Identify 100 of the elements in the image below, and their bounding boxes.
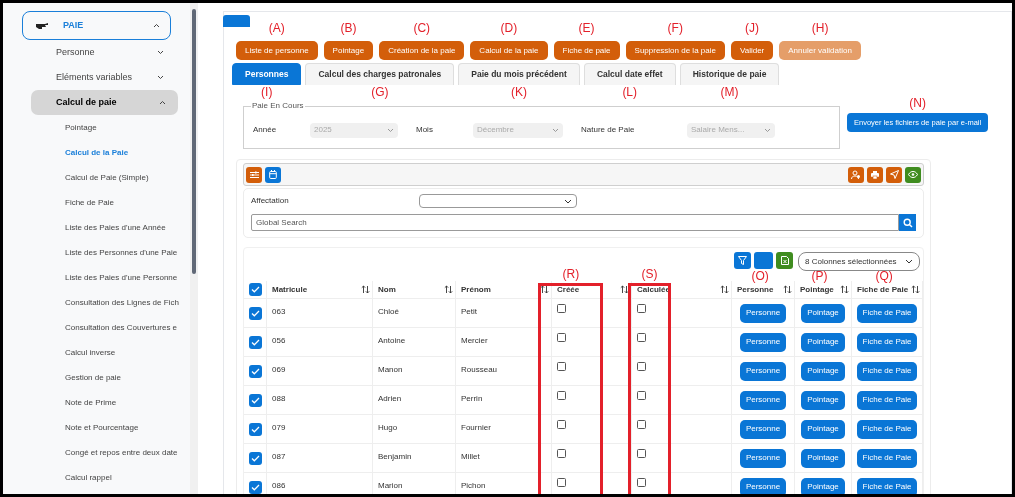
- checkbox[interactable]: [248, 283, 262, 296]
- view-button[interactable]: [905, 166, 921, 183]
- row-button[interactable]: Personne: [739, 448, 787, 468]
- send-button[interactable]: [886, 166, 902, 183]
- sort-icon[interactable]: [783, 285, 792, 294]
- checkbox[interactable]: [637, 332, 646, 342]
- search-field[interactable]: Global Search: [251, 214, 899, 231]
- tab[interactable]: Paie du mois précédent: [458, 63, 580, 85]
- row-button[interactable]: Fiche de Paie: [856, 419, 918, 439]
- row-button[interactable]: Pointage: [801, 361, 845, 381]
- sort-icon[interactable]: [444, 285, 453, 294]
- annotation-label: (E): [578, 21, 595, 35]
- sidebar-subitem[interactable]: Note et Pourcentage: [3, 415, 190, 440]
- action-button[interactable]: Création de la paie: [379, 41, 465, 60]
- sidebar-subitem[interactable]: Consultation des Couvertures e: [3, 315, 190, 340]
- sidebar-item[interactable]: Eléments variables: [3, 65, 176, 90]
- action-button[interactable]: Pointage: [323, 41, 374, 60]
- checkbox[interactable]: [557, 332, 566, 342]
- checkbox[interactable]: [637, 448, 646, 458]
- sidebar-module-item[interactable]: PAIE: [22, 11, 171, 40]
- tab[interactable]: Calcul des charges patronales: [305, 63, 455, 85]
- sort-icon[interactable]: [361, 285, 370, 294]
- hand-icon: [35, 21, 50, 30]
- row-button[interactable]: Fiche de Paie: [856, 390, 918, 410]
- sidebar-subitem[interactable]: Pointage: [3, 115, 190, 140]
- sidebar-item[interactable]: Personne: [3, 40, 176, 65]
- columns-dropdown[interactable]: 8 Colonnes sélectionnées: [798, 252, 920, 271]
- checkbox[interactable]: [248, 364, 262, 378]
- sidebar-subitem[interactable]: Calcul inverse: [3, 340, 190, 365]
- checkbox[interactable]: [637, 477, 646, 487]
- row-button[interactable]: Pointage: [801, 448, 845, 468]
- sidebar-subitem[interactable]: Liste des Paies d'une Personne: [3, 265, 190, 290]
- checkbox[interactable]: [637, 361, 646, 371]
- calendar-button[interactable]: [265, 166, 281, 183]
- sidebar-subitem[interactable]: Liste des Paies d'une Année: [3, 215, 190, 240]
- row-button[interactable]: Personne: [739, 303, 787, 323]
- row-button[interactable]: Personne: [739, 390, 787, 410]
- tab[interactable]: Personnes: [232, 63, 302, 85]
- sidebar-subitem[interactable]: Fiche de Paie: [3, 190, 190, 215]
- sort-icon[interactable]: [720, 285, 729, 294]
- row-button[interactable]: Fiche de Paie: [856, 303, 918, 323]
- row-button[interactable]: Pointage: [801, 303, 845, 323]
- checkbox[interactable]: [248, 335, 262, 349]
- action-button[interactable]: Calcul de la paie: [470, 41, 548, 60]
- row-button[interactable]: Fiche de Paie: [856, 332, 918, 352]
- checkbox[interactable]: [248, 451, 262, 465]
- column-header: Créée: [557, 283, 580, 296]
- sidebar-subitem[interactable]: Consultation des Lignes de Fich: [3, 290, 190, 315]
- checkbox[interactable]: [557, 477, 566, 487]
- checkbox[interactable]: [557, 419, 566, 429]
- action-button[interactable]: Suppression de la paie: [625, 41, 725, 60]
- excel-button[interactable]: [776, 252, 793, 269]
- table-cell: Perrin: [461, 393, 483, 405]
- sidebar-subitem[interactable]: Congé et repos entre deux date: [3, 440, 190, 465]
- sidebar-subitem[interactable]: Gestion de paie: [3, 365, 190, 390]
- affectation-dropdown[interactable]: [419, 194, 577, 208]
- checkbox[interactable]: [557, 390, 566, 400]
- row-button[interactable]: Pointage: [801, 477, 845, 494]
- row-button[interactable]: Fiche de Paie: [856, 448, 918, 468]
- sidebar-subitem[interactable]: Note de Prime: [3, 390, 190, 415]
- sidebar-subitem[interactable]: Calcul de la Paie: [3, 140, 190, 165]
- action-button[interactable]: Fiche de paie: [553, 41, 620, 60]
- checkbox[interactable]: [248, 306, 262, 320]
- row-button[interactable]: Pointage: [801, 419, 845, 439]
- annotation-label: (P): [811, 269, 828, 283]
- action-button[interactable]: Valider: [730, 41, 774, 60]
- row-button[interactable]: Fiche de Paie: [856, 477, 918, 494]
- sidebar-subitem[interactable]: Calcul de Paie (Simple): [3, 165, 190, 190]
- tab[interactable]: Historique de paie: [679, 63, 780, 85]
- sort-icon[interactable]: [620, 285, 629, 294]
- checkbox[interactable]: [557, 448, 566, 458]
- tab[interactable]: Calcul date effet: [583, 63, 676, 85]
- row-button[interactable]: Personne: [739, 332, 787, 352]
- row-button[interactable]: Fiche de Paie: [856, 361, 918, 381]
- checkbox[interactable]: [637, 303, 646, 313]
- checkbox[interactable]: [248, 480, 262, 494]
- checkbox[interactable]: [248, 393, 262, 407]
- sort-icon[interactable]: [911, 285, 920, 294]
- checkbox[interactable]: [637, 419, 646, 429]
- sidebar-item[interactable]: Calcul de paie: [31, 90, 178, 115]
- row-button[interactable]: Personne: [739, 419, 787, 439]
- checkbox[interactable]: [248, 422, 262, 436]
- checkbox[interactable]: [637, 390, 646, 400]
- users-button[interactable]: [848, 166, 864, 183]
- filter-button[interactable]: [734, 252, 751, 269]
- row-button[interactable]: Personne: [739, 361, 787, 381]
- sort-icon[interactable]: [840, 285, 849, 294]
- sidebar-subitem[interactable]: Calcul rappel: [3, 465, 190, 490]
- sort-icon[interactable]: [540, 285, 549, 294]
- action-button[interactable]: Liste de personne: [236, 41, 318, 60]
- sidebar-subitem[interactable]: Liste des Personnes d'une Paie: [3, 240, 190, 265]
- sliders-button[interactable]: [246, 166, 262, 183]
- scrollbar-thumb[interactable]: [192, 9, 196, 274]
- search-button[interactable]: [899, 214, 916, 231]
- row-button[interactable]: Personne: [739, 477, 787, 494]
- print-button[interactable]: [867, 166, 883, 183]
- checkbox[interactable]: [557, 303, 566, 313]
- row-button[interactable]: Pointage: [801, 332, 845, 352]
- checkbox[interactable]: [557, 361, 566, 371]
- row-button[interactable]: Pointage: [801, 390, 845, 410]
